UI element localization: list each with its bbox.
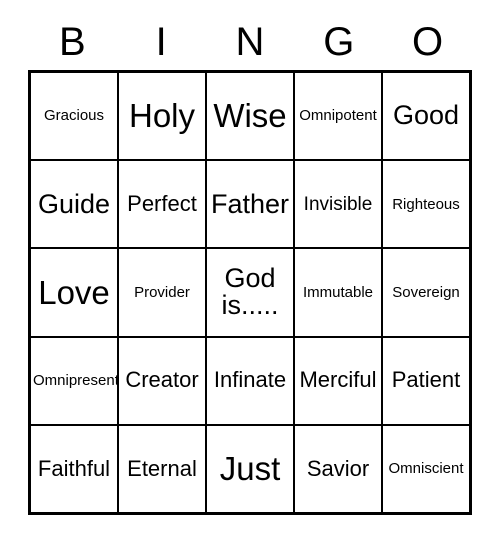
bingo-cell[interactable]: Father	[207, 161, 293, 248]
bingo-cell[interactable]: Guide	[31, 161, 117, 248]
bingo-header-letter-g: G	[323, 20, 355, 64]
bingo-cell-label: Guide	[37, 188, 111, 219]
bingo-cell[interactable]: Patient	[383, 337, 469, 424]
bingo-cell[interactable]: Faithful	[31, 425, 117, 512]
bingo-cell-label: Savior	[306, 455, 370, 481]
bingo-cell-label: Perfect	[127, 191, 197, 217]
bingo-header-letter-b: B	[59, 20, 86, 64]
bingo-header-letter-o: O	[412, 20, 444, 64]
bingo-cell-label: Provider	[134, 283, 190, 301]
bingo-cell-label: God is.....	[221, 262, 279, 321]
bingo-cell-label: Righteous	[392, 195, 460, 213]
bingo-header: BINGO	[28, 14, 472, 70]
bingo-cell[interactable]: Just	[207, 425, 293, 512]
bingo-cell-label: Love	[38, 273, 110, 311]
bingo-cell[interactable]: Wise	[207, 73, 293, 160]
bingo-cell-label: Sovereign	[392, 283, 460, 301]
bingo-cell[interactable]: Perfect	[119, 161, 205, 248]
bingo-cell[interactable]: Infinate	[207, 337, 293, 424]
bingo-cell[interactable]: Holy	[119, 73, 205, 160]
bingo-cell[interactable]: Righteous	[383, 161, 469, 248]
bingo-cell-label: Omnipotent	[299, 107, 377, 125]
bingo-cell[interactable]: Savior	[295, 425, 381, 512]
bingo-cell-label: Immutable	[302, 283, 374, 301]
bingo-cell[interactable]: Creator	[119, 337, 205, 424]
bingo-cell-label: Creator	[125, 367, 199, 393]
bingo-cell-label: Infinate	[213, 367, 287, 393]
bingo-cell-label: Omnipresent	[33, 372, 117, 390]
bingo-cell-label: Merciful	[299, 367, 377, 393]
bingo-cell[interactable]: Sovereign	[383, 249, 469, 336]
bingo-cell[interactable]: Merciful	[295, 337, 381, 424]
bingo-cell[interactable]: Good	[383, 73, 469, 160]
bingo-cell-label: Father	[210, 188, 290, 219]
bingo-cell[interactable]: Love	[31, 249, 117, 336]
bingo-cell-label: Holy	[128, 97, 196, 135]
bingo-cell[interactable]: Immutable	[295, 249, 381, 336]
bingo-cell[interactable]: Omnipotent	[295, 73, 381, 160]
bingo-cell-label: Wise	[213, 97, 287, 135]
bingo-card: B I N G O Gracious Holy Wise Omnipotent Good Guid…	[0, 0, 501, 544]
bingo-cell-label: Eternal	[127, 455, 197, 481]
bingo-cell[interactable]: Omnipresent	[31, 337, 117, 424]
bingo-header-letter-i: I	[155, 20, 167, 64]
bingo-cell[interactable]: Invisible	[295, 161, 381, 248]
bingo-cell[interactable]: Provider	[119, 249, 205, 336]
bingo-cell-label: Invisible	[303, 193, 373, 215]
bingo-cell-label: Gracious	[43, 107, 105, 125]
bingo-header-letter-n: N	[235, 20, 265, 64]
bingo-cell-label: Faithful	[37, 455, 111, 481]
bingo-grid: Gracious Holy Wise Omnipotent Good Guide Perfe…	[28, 70, 472, 515]
bingo-cell[interactable]: Omniscient	[383, 425, 469, 512]
bingo-cell-label: Good	[392, 100, 460, 131]
bingo-cell[interactable]: Gracious	[31, 73, 117, 160]
bingo-cell[interactable]: Eternal	[119, 425, 205, 512]
bingo-cell-label: Just	[219, 450, 281, 488]
bingo-cell[interactable]: God is.....	[207, 249, 293, 336]
bingo-cell-label: Omniscient	[388, 460, 464, 478]
bingo-cell-label: Patient	[391, 367, 461, 393]
